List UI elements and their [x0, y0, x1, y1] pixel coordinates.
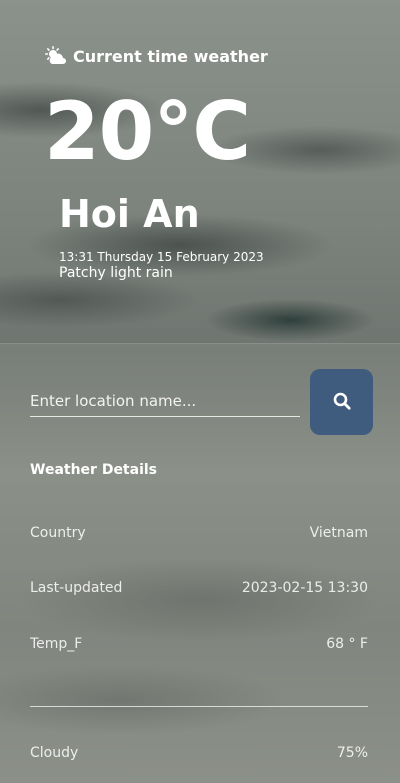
detail-value-last-updated: 2023-02-15 13:30	[241, 580, 368, 596]
weather-condition: Patchy light rain	[59, 265, 173, 281]
search-icon	[332, 391, 352, 414]
detail-label-country: Country	[30, 525, 86, 541]
detail-label-cloudy: Cloudy	[30, 745, 79, 761]
sun-cloud-icon	[44, 46, 68, 66]
hero-section: Current time weather 20°C Hoi An 13:31 T…	[0, 0, 400, 343]
current-datetime: 13:31 Thursday 15 February 2023	[59, 250, 264, 264]
current-temperature: 20°C	[44, 85, 251, 178]
detail-value-temp-f: 68 ° F	[326, 636, 368, 652]
app-title: Current time weather	[73, 46, 268, 66]
detail-value-country: Vietnam	[309, 525, 368, 541]
search-button[interactable]	[310, 369, 373, 435]
app-header: Current time weather	[44, 46, 268, 66]
weather-details-title: Weather Details	[30, 462, 158, 478]
city-name: Hoi An	[59, 192, 200, 236]
detail-label-temp-f: Temp_F	[30, 636, 83, 652]
detail-value-cloudy: 75%	[336, 745, 368, 761]
detail-label-last-updated: Last-updated	[30, 580, 123, 596]
details-divider	[30, 706, 368, 707]
location-search-input[interactable]	[30, 385, 300, 417]
